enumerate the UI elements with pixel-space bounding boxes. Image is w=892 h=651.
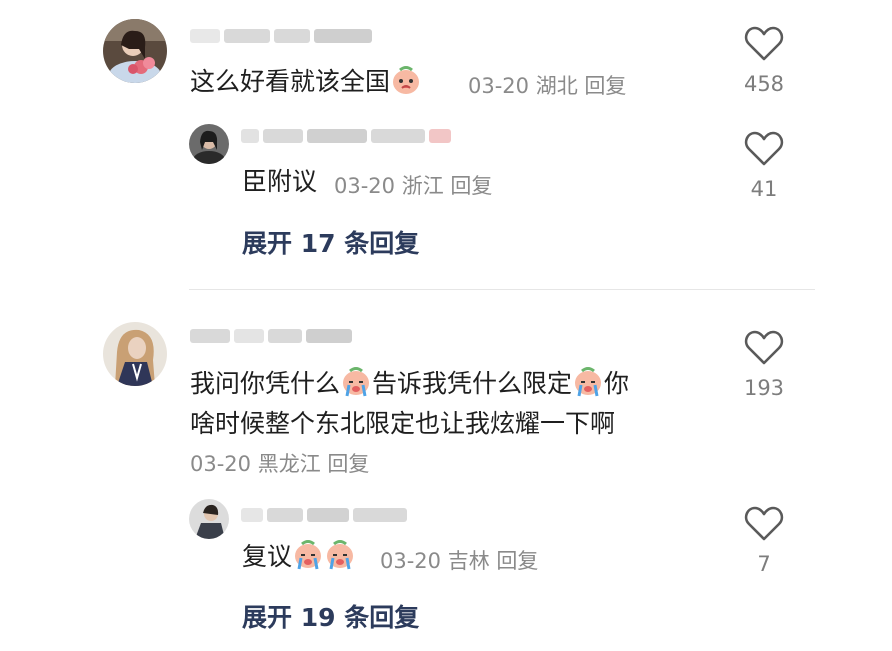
blurred-username[interactable] xyxy=(241,126,451,146)
reply-button[interactable]: 回复 xyxy=(496,549,538,573)
crying-peach-emoji xyxy=(324,539,356,581)
crying-peach-emoji xyxy=(340,366,372,408)
long-hair-girl-avatar xyxy=(103,322,167,386)
reply-meta: 03-20 浙江 回复 xyxy=(334,170,492,200)
woman-with-flowers-avatar xyxy=(103,19,167,83)
comment-location: 湖北 xyxy=(535,74,578,98)
blurred-username[interactable] xyxy=(190,326,352,346)
like-button[interactable]: 458 xyxy=(734,26,794,96)
heart-icon xyxy=(744,131,784,166)
reply-meta: 03-20 吉林 回复 xyxy=(380,545,538,575)
user-avatar[interactable] xyxy=(103,322,167,386)
crying-peach-emoji xyxy=(390,64,422,106)
reply-button[interactable]: 回复 xyxy=(584,74,626,98)
reply-date: 03-20 xyxy=(334,174,396,198)
like-button[interactable]: 193 xyxy=(734,330,794,400)
crying-peach-emoji xyxy=(292,539,324,581)
like-button[interactable]: 7 xyxy=(734,506,794,576)
comment-location: 黑龙江 xyxy=(257,452,321,476)
comment-text-line1: 我问你凭什么 告诉我凭什么限定 你 xyxy=(190,366,629,408)
like-count: 7 xyxy=(757,552,771,576)
reply-text: 复议 xyxy=(242,539,356,581)
divider xyxy=(189,289,815,290)
reply-avatar[interactable] xyxy=(189,124,229,164)
blurred-username[interactable] xyxy=(241,505,407,525)
person-in-jacket-avatar xyxy=(189,499,229,539)
dark-hair-avatar xyxy=(189,124,229,164)
heart-icon xyxy=(744,26,784,61)
heart-icon xyxy=(744,330,784,365)
crying-peach-emoji xyxy=(572,366,604,408)
heart-icon xyxy=(744,506,784,541)
user-avatar[interactable] xyxy=(103,19,167,83)
like-count: 458 xyxy=(743,72,785,96)
comment-meta: 03-20 湖北 回复 xyxy=(468,70,626,100)
like-button[interactable]: 41 xyxy=(734,131,794,201)
like-count: 193 xyxy=(743,376,785,400)
expand-replies-button[interactable]: 展开 17 条回复 xyxy=(242,224,419,260)
comment-text-line2: 啥时候整个东北限定也让我炫耀一下啊 xyxy=(190,409,616,438)
comment-date: 03-20 xyxy=(190,452,252,476)
expand-replies-button[interactable]: 展开 19 条回复 xyxy=(242,598,419,634)
reply-avatar[interactable] xyxy=(189,499,229,539)
reply-text: 臣附议 xyxy=(242,167,318,196)
reply-button[interactable]: 回复 xyxy=(450,174,492,198)
comment-date: 03-20 xyxy=(468,74,530,98)
reply-location: 浙江 xyxy=(401,174,444,198)
like-count: 41 xyxy=(750,177,778,201)
blurred-username[interactable] xyxy=(190,26,372,46)
reply-date: 03-20 xyxy=(380,549,442,573)
comment-meta: 03-20 黑龙江 回复 xyxy=(190,448,369,478)
reply-location: 吉林 xyxy=(447,549,490,573)
comment-text: 这么好看就该全国 xyxy=(190,64,422,106)
reply-button[interactable]: 回复 xyxy=(327,452,369,476)
